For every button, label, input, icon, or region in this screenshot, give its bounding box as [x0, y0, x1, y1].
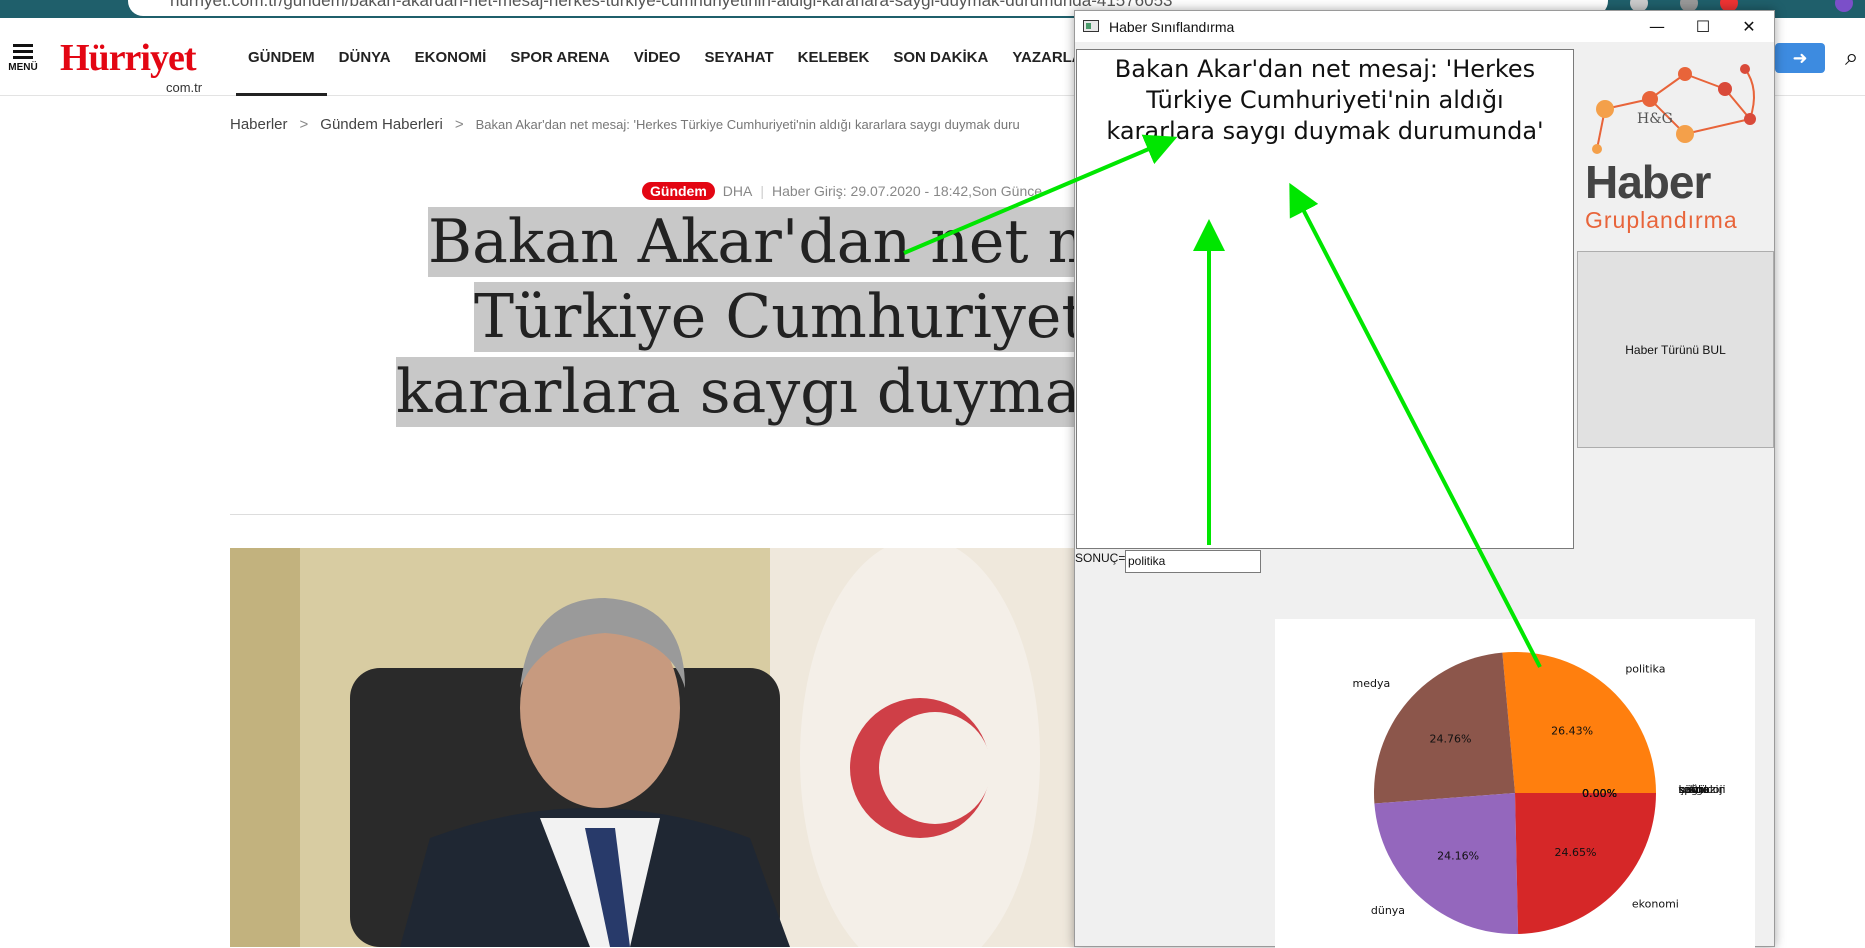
logo-domain: com.tr	[166, 80, 203, 95]
login-button[interactable]: ➜	[1775, 43, 1825, 73]
pie-label-politika: politika	[1625, 662, 1665, 675]
brand-logo: H&G Haber Gruplandırma	[1575, 49, 1774, 249]
article-photo	[230, 548, 1075, 947]
chevron-right-icon: >	[299, 116, 309, 133]
brand-mark: H&G	[1637, 111, 1673, 127]
headline-line: kararlara saygı duymal	[396, 357, 1100, 427]
brand-title: Haber	[1585, 156, 1711, 208]
pie-slice-ekonomi	[1515, 793, 1656, 934]
site-logo[interactable]: Hürriyet com.tr	[60, 36, 202, 95]
pie-percent-magazin: 0.00%	[1582, 787, 1617, 800]
nav-gundem[interactable]: GÜNDEM	[236, 18, 327, 96]
login-icon: ➜	[1792, 48, 1808, 68]
nav-video[interactable]: VİDEO	[622, 18, 693, 96]
category-badge[interactable]: Gündem	[642, 182, 715, 200]
app-window: Haber Sınıflandırma — ☐ ✕ Bakan Akar'dan…	[1074, 10, 1775, 948]
pie-chart-svg: politika 26.43% medya 24.76% dünya 24.16% ekon…	[1353, 652, 1726, 934]
find-news-type-button[interactable]: Haber Türünü BUL	[1577, 251, 1774, 448]
main-nav: GÜNDEM DÜNYA EKONOMİ SPOR ARENA VİDEO SE…	[236, 18, 1095, 96]
pie-label-magazin: magazin	[1679, 783, 1726, 796]
headline-line: Bakan Akar'dan net m	[428, 207, 1105, 277]
pie-label-ekonomi: ekonomi	[1632, 897, 1679, 910]
pie-percent-ekonomi: 24.65%	[1554, 846, 1596, 859]
window-title: Haber Sınıflandırma	[1109, 19, 1235, 35]
pie-chart: politika 26.43% medya 24.76% dünya 24.16% ekon…	[1275, 619, 1755, 948]
breadcrumb-haberler[interactable]: Haberler	[230, 116, 288, 133]
chevron-right-icon: >	[454, 116, 464, 133]
pie-label-dünya: dünya	[1371, 904, 1405, 917]
pie-percent-politika: 26.43%	[1551, 725, 1593, 738]
headline-line: Türkiye Cumhuriyet	[474, 282, 1086, 352]
search-icon: ⌕	[1845, 44, 1859, 71]
pie-percent-medya: 24.76%	[1429, 732, 1471, 745]
nav-seyahat[interactable]: SEYAHAT	[692, 18, 785, 96]
logo-text: Hürriyet	[60, 37, 197, 79]
publish-date: Haber Giriş: 29.07.2020 - 18:42,Son Günc…	[771, 183, 1043, 199]
hamburger-icon	[13, 44, 33, 47]
breadcrumb: Haberler > Gündem Haberleri > Bakan Akar'dan…	[230, 116, 1020, 133]
molecule-graphic	[1592, 64, 1756, 154]
photo-illustration	[230, 548, 1075, 947]
nav-son-dakika[interactable]: SON DAKİKA	[881, 18, 1000, 96]
close-icon: ✕	[1742, 17, 1756, 36]
nav-ekonomi[interactable]: EKONOMİ	[403, 18, 499, 96]
pie-slice-medya	[1374, 652, 1515, 804]
pie-percent-dünya: 24.16%	[1437, 850, 1479, 863]
news-source: DHA	[722, 183, 753, 199]
minimize-button[interactable]: —	[1634, 11, 1680, 42]
app-window-icon	[1083, 20, 1099, 32]
menu-button[interactable]: MENÜ	[8, 44, 38, 73]
minimize-icon: —	[1649, 17, 1665, 36]
window-titlebar[interactable]: Haber Sınıflandırma — ☐ ✕	[1075, 11, 1774, 42]
profile-avatar[interactable]	[1835, 0, 1853, 12]
menu-label: MENÜ	[8, 62, 38, 73]
divider	[230, 514, 1080, 515]
brand-subtitle: Gruplandırma	[1585, 207, 1738, 233]
url-text: hurriyet.com.tr/gundem/bakan-akardan-net…	[170, 0, 1173, 10]
nav-spor-arena[interactable]: SPOR ARENA	[498, 18, 621, 96]
news-text-input[interactable]: Bakan Akar'dan net mesaj: 'Herkes Türkiy…	[1076, 49, 1574, 549]
maximize-icon: ☐	[1695, 17, 1711, 36]
nav-kelebek[interactable]: KELEBEK	[786, 18, 882, 96]
pie-label-medya: medya	[1353, 677, 1391, 690]
search-button[interactable]: ⌕	[1845, 44, 1858, 72]
breadcrumb-current: Bakan Akar'dan net mesaj: 'Herkes Türkiy…	[475, 117, 1020, 132]
maximize-button[interactable]: ☐	[1680, 11, 1726, 42]
nav-dunya[interactable]: DÜNYA	[327, 18, 403, 96]
result-label: SONUÇ=	[1075, 551, 1126, 565]
close-button[interactable]: ✕	[1726, 11, 1772, 42]
breadcrumb-gundem[interactable]: Gündem Haberleri	[320, 116, 443, 133]
article-meta: Gündem DHA | Haber Giriş: 29.07.2020 - 18:4…	[642, 182, 1043, 200]
result-field[interactable]: politika	[1125, 550, 1261, 573]
